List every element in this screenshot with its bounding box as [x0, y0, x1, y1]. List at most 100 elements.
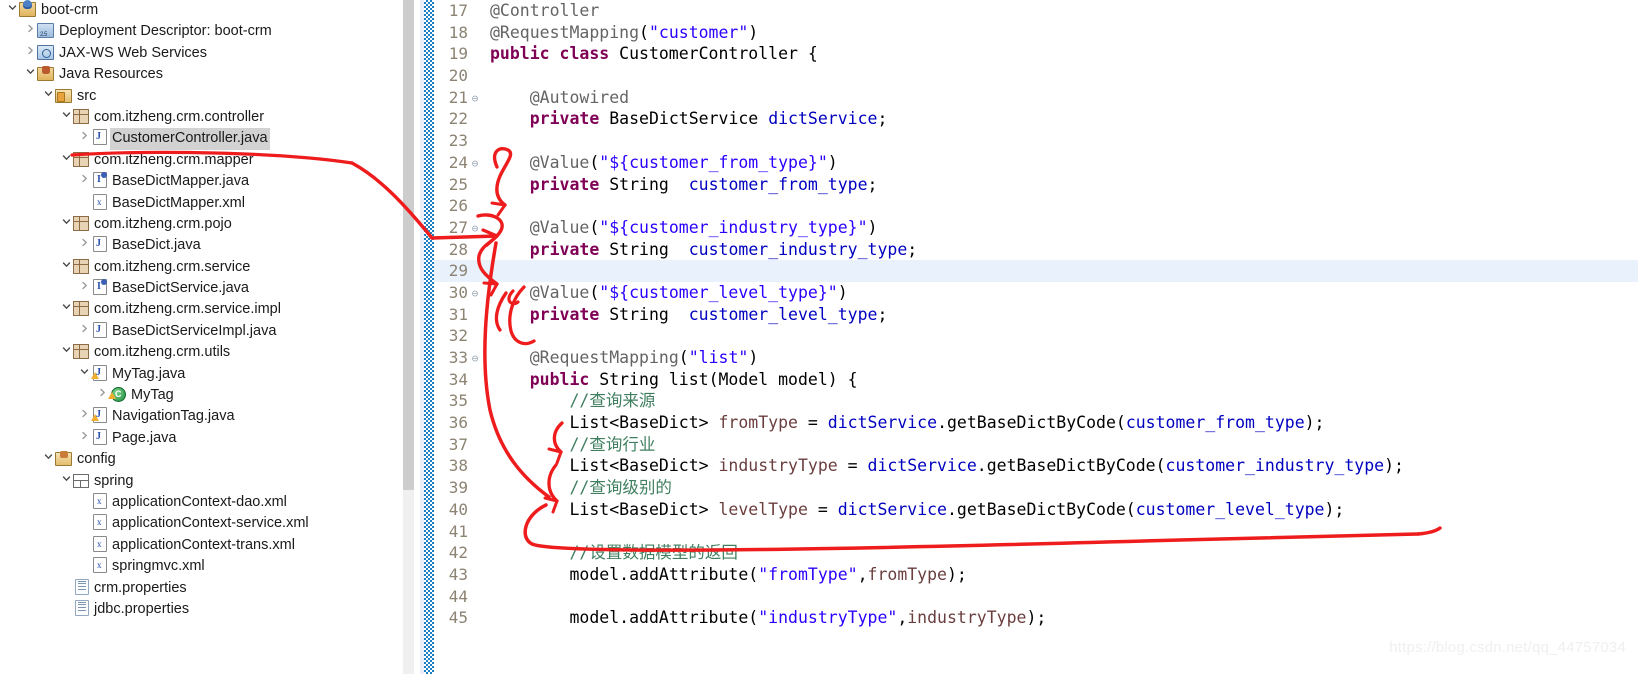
- tree-item-jdbc-properties[interactable]: jdbc.properties: [0, 599, 398, 620]
- code-line[interactable]: 21 ⊖ @Autowired: [434, 87, 1638, 109]
- tree-item-basedict-java[interactable]: BaseDict.java: [0, 235, 398, 256]
- code-line[interactable]: 25 private String customer_from_type;: [434, 174, 1638, 196]
- chevron-down-icon[interactable]: [6, 0, 19, 21]
- xml-file-icon: [93, 492, 107, 509]
- tree-item-com-itzheng-crm-mapper[interactable]: com.itzheng.crm.mapper: [0, 150, 398, 171]
- tree-item-spring[interactable]: spring: [0, 471, 398, 492]
- tree-item-deployment-descriptor-boot-crm[interactable]: Deployment Descriptor: boot-crm: [0, 21, 398, 47]
- tree-item-applicationcontext-trans-xml[interactable]: applicationContext-trans.xml: [0, 535, 398, 556]
- tree-item-mytag[interactable]: MyTag: [0, 385, 398, 406]
- tree-item-applicationcontext-service-xml[interactable]: applicationContext-service.xml: [0, 513, 398, 534]
- fold-toggle-icon[interactable]: ⊖: [468, 88, 482, 110]
- tree-item-label: com.itzheng.crm.service: [94, 258, 251, 275]
- code-line[interactable]: 30 ⊖ @Value("${customer_level_type}"): [434, 282, 1638, 304]
- tree-item-customercontroller-java[interactable]: CustomerController.java: [0, 128, 398, 150]
- chevron-right-icon[interactable]: [78, 428, 91, 449]
- code-line[interactable]: 45 model.addAttribute("industryType",ind…: [434, 607, 1638, 629]
- tree-item-com-itzheng-crm-service-impl[interactable]: com.itzheng.crm.service.impl: [0, 299, 398, 320]
- tree-item-com-itzheng-crm-pojo[interactable]: com.itzheng.crm.pojo: [0, 214, 398, 235]
- code-line[interactable]: 35 //查询来源: [434, 390, 1638, 412]
- package-explorer-scrollbar-thumb[interactable]: [403, 0, 414, 490]
- line-number: 25: [448, 174, 468, 194]
- tree-item-navigationtag-java[interactable]: NavigationTag.java: [0, 406, 398, 427]
- tree-item-basedictmapper-java[interactable]: BaseDictMapper.java: [0, 171, 398, 192]
- code-line[interactable]: 18 @RequestMapping("customer"): [434, 22, 1638, 44]
- code-line[interactable]: 24 ⊖ @Value("${customer_from_type}"): [434, 152, 1638, 174]
- tree-item-crm-properties[interactable]: crm.properties: [0, 578, 398, 599]
- fold-toggle-icon[interactable]: ⊖: [468, 283, 482, 305]
- tree-item-applicationcontext-dao-xml[interactable]: applicationContext-dao.xml: [0, 492, 398, 513]
- code-line[interactable]: 39 //查询级别的: [434, 477, 1638, 499]
- chevron-down-icon[interactable]: [60, 342, 73, 363]
- code-line[interactable]: 44: [434, 586, 1638, 608]
- editor-change-ruler[interactable]: [424, 0, 434, 674]
- code-line[interactable]: 17 @Controller: [434, 0, 1638, 22]
- code-line[interactable]: 36 List<BaseDict> fromType = dictService…: [434, 412, 1638, 434]
- chevron-right-icon[interactable]: [78, 321, 91, 342]
- code-line[interactable]: 22 private BaseDictService dictService;: [434, 108, 1638, 130]
- code-line[interactable]: 26: [434, 195, 1638, 217]
- chevron-right-icon[interactable]: [78, 406, 91, 427]
- fold-toggle-icon[interactable]: ⊖: [468, 218, 482, 240]
- code-line[interactable]: 19 public class CustomerController {: [434, 43, 1638, 65]
- code-line[interactable]: 27 ⊖ @Value("${customer_industry_type}"): [434, 217, 1638, 239]
- fold-toggle-icon[interactable]: ⊖: [468, 153, 482, 175]
- tree-item-jax-ws-web-services[interactable]: JAX-WS Web Services: [0, 43, 398, 64]
- tree-item-label: BaseDictServiceImpl.java: [112, 322, 277, 339]
- java-resources-icon: [37, 66, 54, 82]
- tree-item-com-itzheng-crm-controller[interactable]: com.itzheng.crm.controller: [0, 107, 398, 128]
- tree-item-basedictserviceimpl-java[interactable]: BaseDictServiceImpl.java: [0, 321, 398, 342]
- tree-item-src[interactable]: src: [0, 86, 398, 107]
- chevron-right-icon[interactable]: [78, 171, 91, 192]
- code-line[interactable]: 33 ⊖ @RequestMapping("list"): [434, 347, 1638, 369]
- code-line[interactable]: 40 List<BaseDict> levelType = dictServic…: [434, 499, 1638, 521]
- chevron-down-icon[interactable]: [78, 364, 91, 385]
- chevron-right-icon[interactable]: [78, 278, 91, 299]
- line-number: 38: [448, 456, 468, 476]
- code-line[interactable]: 41: [434, 521, 1638, 543]
- tree-item-page-java[interactable]: Page.java: [0, 428, 398, 449]
- code-line[interactable]: 34 public String list(Model model) {: [434, 369, 1638, 391]
- chevron-right-icon[interactable]: [78, 128, 91, 149]
- tree-item-java-resources[interactable]: Java Resources: [0, 64, 398, 85]
- chevron-down-icon[interactable]: [42, 449, 55, 470]
- chevron-right-icon[interactable]: [24, 21, 37, 42]
- chevron-right-icon[interactable]: [24, 43, 37, 64]
- code-line[interactable]: 38 List<BaseDict> industryType = dictSer…: [434, 455, 1638, 477]
- tree-item-basedictmapper-xml[interactable]: BaseDictMapper.xml: [0, 193, 398, 214]
- tree-item-com-itzheng-crm-service[interactable]: com.itzheng.crm.service: [0, 257, 398, 278]
- code-token: customer_level_type: [688, 304, 878, 324]
- tree-item-config[interactable]: config: [0, 449, 398, 470]
- line-number: 20: [448, 66, 468, 86]
- tree-item-springmvc-xml[interactable]: springmvc.xml: [0, 556, 398, 577]
- chevron-right-icon[interactable]: [78, 235, 91, 256]
- chevron-down-icon[interactable]: [60, 471, 73, 492]
- code-line[interactable]: 31 private String customer_level_type;: [434, 304, 1638, 326]
- tree-item-boot-crm[interactable]: boot-crm: [0, 0, 398, 21]
- code-line[interactable]: 43 model.addAttribute("fromType",fromTyp…: [434, 564, 1638, 586]
- code-line[interactable]: 32: [434, 325, 1638, 347]
- code-line[interactable]: 20: [434, 65, 1638, 87]
- tree-item-mytag-java[interactable]: MyTag.java: [0, 364, 398, 385]
- fold-toggle-icon[interactable]: ⊖: [468, 348, 482, 370]
- line-number: 28: [448, 239, 468, 259]
- tree-item-basedictservice-java[interactable]: BaseDictService.java: [0, 278, 398, 299]
- code-line[interactable]: 42 //设置数据模型的返回: [434, 542, 1638, 564]
- code-line[interactable]: 28 private String customer_industry_type…: [434, 239, 1638, 261]
- code-text: private BaseDictService dictService;: [482, 108, 888, 130]
- code-editor-area[interactable]: 17 @Controller 18 @RequestMapping("customer…: [434, 0, 1638, 674]
- java-file-icon: [93, 428, 107, 445]
- java-file-warning-icon: [91, 407, 107, 424]
- chevron-down-icon[interactable]: [24, 64, 37, 85]
- chevron-down-icon[interactable]: [60, 299, 73, 320]
- chevron-down-icon[interactable]: [60, 150, 73, 171]
- chevron-down-icon[interactable]: [42, 86, 55, 107]
- code-line[interactable]: 37 //查询行业: [434, 434, 1638, 456]
- chevron-down-icon[interactable]: [60, 214, 73, 235]
- chevron-down-icon[interactable]: [60, 257, 73, 278]
- code-line-current[interactable]: 29: [434, 260, 1638, 282]
- tree-item-com-itzheng-crm-utils[interactable]: com.itzheng.crm.utils: [0, 342, 398, 363]
- package-explorer-panel[interactable]: boot-crm Deployment Descriptor: boot-crm J…: [0, 0, 398, 674]
- chevron-down-icon[interactable]: [60, 107, 73, 128]
- code-line[interactable]: 23: [434, 130, 1638, 152]
